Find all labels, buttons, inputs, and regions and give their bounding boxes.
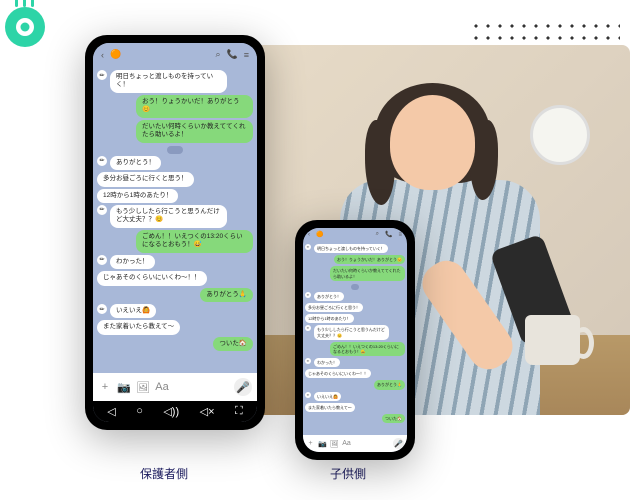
call-icon[interactable]: 📞 [227,49,238,60]
lifestyle-photo [210,45,630,415]
chat-body: ✏明日ちょっと渡しものを持っていく！ おう！りょうかいだ！ありがとう😊 だいたい… [93,66,257,373]
message-row: ✏わかった！ [305,358,405,367]
chat-header: ‹ 🟠 ⌕ 📞 ≡ [303,228,407,241]
message-row: ✏いえいえ🙆 [97,304,253,318]
message-row: ✏もう少ししたら行こうと思うんだけど大丈夫？？😊 [305,325,405,339]
contact-avatar-icon: 🟠 [110,49,121,60]
message-row: ✏ありがとう！ [305,292,405,301]
plus-icon[interactable]: + [98,380,112,394]
android-nav-bar: ◁ ○ ◁)) ◁× ⛶ [93,401,257,422]
child-phone-mockup: ‹ 🟠 ⌕ 📞 ≡ ✏明日ちょっと渡しものを持っていく！ おう！りょうかいだ！あ… [295,220,415,460]
search-icon[interactable]: ⌕ [376,231,379,238]
date-separator [305,284,405,289]
mic-icon[interactable]: 🎤 [234,378,252,396]
avatar-icon: ✏ [305,325,311,331]
message-row: 多分お昼ごろに行くと思う！ [97,172,253,186]
mic-icon[interactable]: 🎤 [393,438,404,449]
avatar-icon: ✏ [97,205,107,215]
message-row: 多分お昼ごろに行くと思う！ [305,303,405,312]
message-row: 12時から1時のあたり！ [305,314,405,323]
message-row: ありがとう🙏 [97,288,253,302]
back-icon[interactable]: ‹ [101,50,104,60]
avatar-icon: ✏ [305,358,311,364]
text-input[interactable]: Aa [155,380,169,394]
message-row: だいたい何時くらいか教えててくれたら助いるよ！ [97,120,253,143]
message-row: 12時から1時のあたり！ [97,189,253,203]
message-row: ✏わかった！ [97,255,253,269]
nav-home-icon[interactable]: ○ [136,405,143,418]
eye-logo-icon [0,0,55,55]
plus-icon[interactable]: + [306,439,315,448]
contact-avatar-icon: 🟠 [316,231,323,238]
back-icon[interactable]: ‹ [308,232,310,238]
chat-header: ‹ 🟠 ⌕ 📞 ≡ [93,43,257,66]
message-row: ✏明日ちょっと渡しものを持っていく！ [97,70,253,93]
nav-fullscreen-icon[interactable]: ⛶ [235,405,243,418]
parent-phone-mockup: ‹ 🟠 ⌕ 📞 ≡ ✏明日ちょっと渡しものを持っていく！ おう！りょうかいだ！あ… [85,35,265,430]
message-row: ありがとう🙏 [305,380,405,389]
chat-input-bar: + 📷 🖼 Aa 🎤 [303,435,407,452]
search-icon[interactable]: ⌕ [215,49,220,60]
menu-icon[interactable]: ≡ [398,232,402,238]
chat-body: ✏明日ちょっと渡しものを持っていく！ おう！りょうかいだ！ありがとう😊 だいたい… [303,241,407,435]
message-row: ついた🏠 [305,414,405,423]
message-row: じゃあそのくらいにいくわ〜！！ [305,369,405,378]
avatar-icon: ✏ [97,70,107,80]
chat-input-bar: + 📷 🖼 Aa 🎤 [93,373,257,401]
message-row: ごめん！！いえつくの13:20くらいになるとおもう！😅 [305,342,405,356]
avatar-icon: ✏ [97,156,107,166]
avatar-icon: ✏ [97,255,107,265]
camera-icon[interactable]: 📷 [117,380,131,394]
nav-back-icon[interactable]: ◁ [107,405,115,418]
message-row: ✏いえいえ🙆 [305,392,405,401]
gallery-icon[interactable]: 🖼 [330,439,339,448]
child-caption: 子供側 [330,465,366,482]
message-row: じゃあそのくらいにいくわ〜！！ [97,271,253,285]
gallery-icon[interactable]: 🖼 [136,380,150,394]
nav-vol-icon[interactable]: ◁)) [163,405,179,418]
avatar-icon: ✏ [305,392,311,398]
date-separator [97,146,253,153]
message-row: ごめん！！いえつくの13:20くらいになるとおもう！😅 [97,230,253,253]
menu-icon[interactable]: ≡ [244,50,249,60]
avatar-icon: ✏ [97,304,107,314]
text-input[interactable]: Aa [342,439,351,448]
message-row: おう！りょうかいだ！ありがとう😊 [97,95,253,118]
message-row: ついた🏠 [97,337,253,351]
message-row: ✏もう少ししたら行こうと思うんだけど大丈夫？？😊 [97,205,253,228]
nav-mute-icon[interactable]: ◁× [200,405,215,418]
parent-caption: 保護者側 [140,465,188,482]
message-row: ✏明日ちょっと渡しものを持っていく！ [305,244,405,253]
avatar-icon: ✏ [305,292,311,298]
message-row: おう！りょうかいだ！ありがとう😊 [305,255,405,264]
camera-icon[interactable]: 📷 [318,439,327,448]
message-row: また家着いたら教えて〜 [97,320,253,334]
message-row: だいたい何時くらいか教えててくれたら助いるよ！ [305,266,405,280]
message-row: ✏ありがとう！ [97,156,253,170]
avatar-icon: ✏ [305,244,311,250]
call-icon[interactable]: 📞 [385,231,392,238]
message-row: また家着いたら教えて〜 [305,403,405,412]
